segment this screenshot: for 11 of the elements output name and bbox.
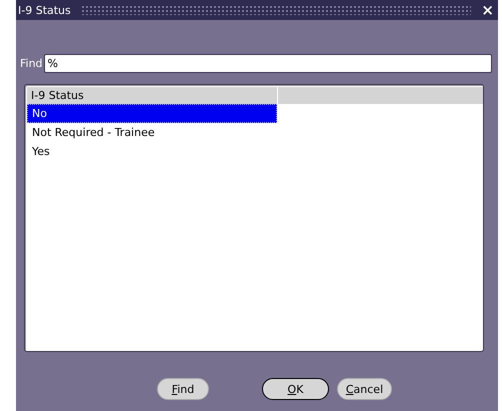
find-button[interactable]: Find	[157, 378, 209, 400]
find-label: Find	[20, 57, 43, 70]
list-item[interactable]: Yes	[27, 142, 277, 161]
find-field[interactable]: %	[44, 54, 492, 73]
column-header[interactable]: I-9 Status	[27, 87, 278, 104]
list-item[interactable]: Not Required - Trainee	[27, 123, 277, 142]
list-item[interactable]: No	[27, 104, 277, 123]
window-title: I-9 Status	[18, 4, 71, 16]
close-button[interactable]: ×	[481, 2, 494, 18]
ok-button[interactable]: OK	[262, 378, 329, 400]
cancel-button[interactable]: Cancel	[337, 378, 392, 400]
